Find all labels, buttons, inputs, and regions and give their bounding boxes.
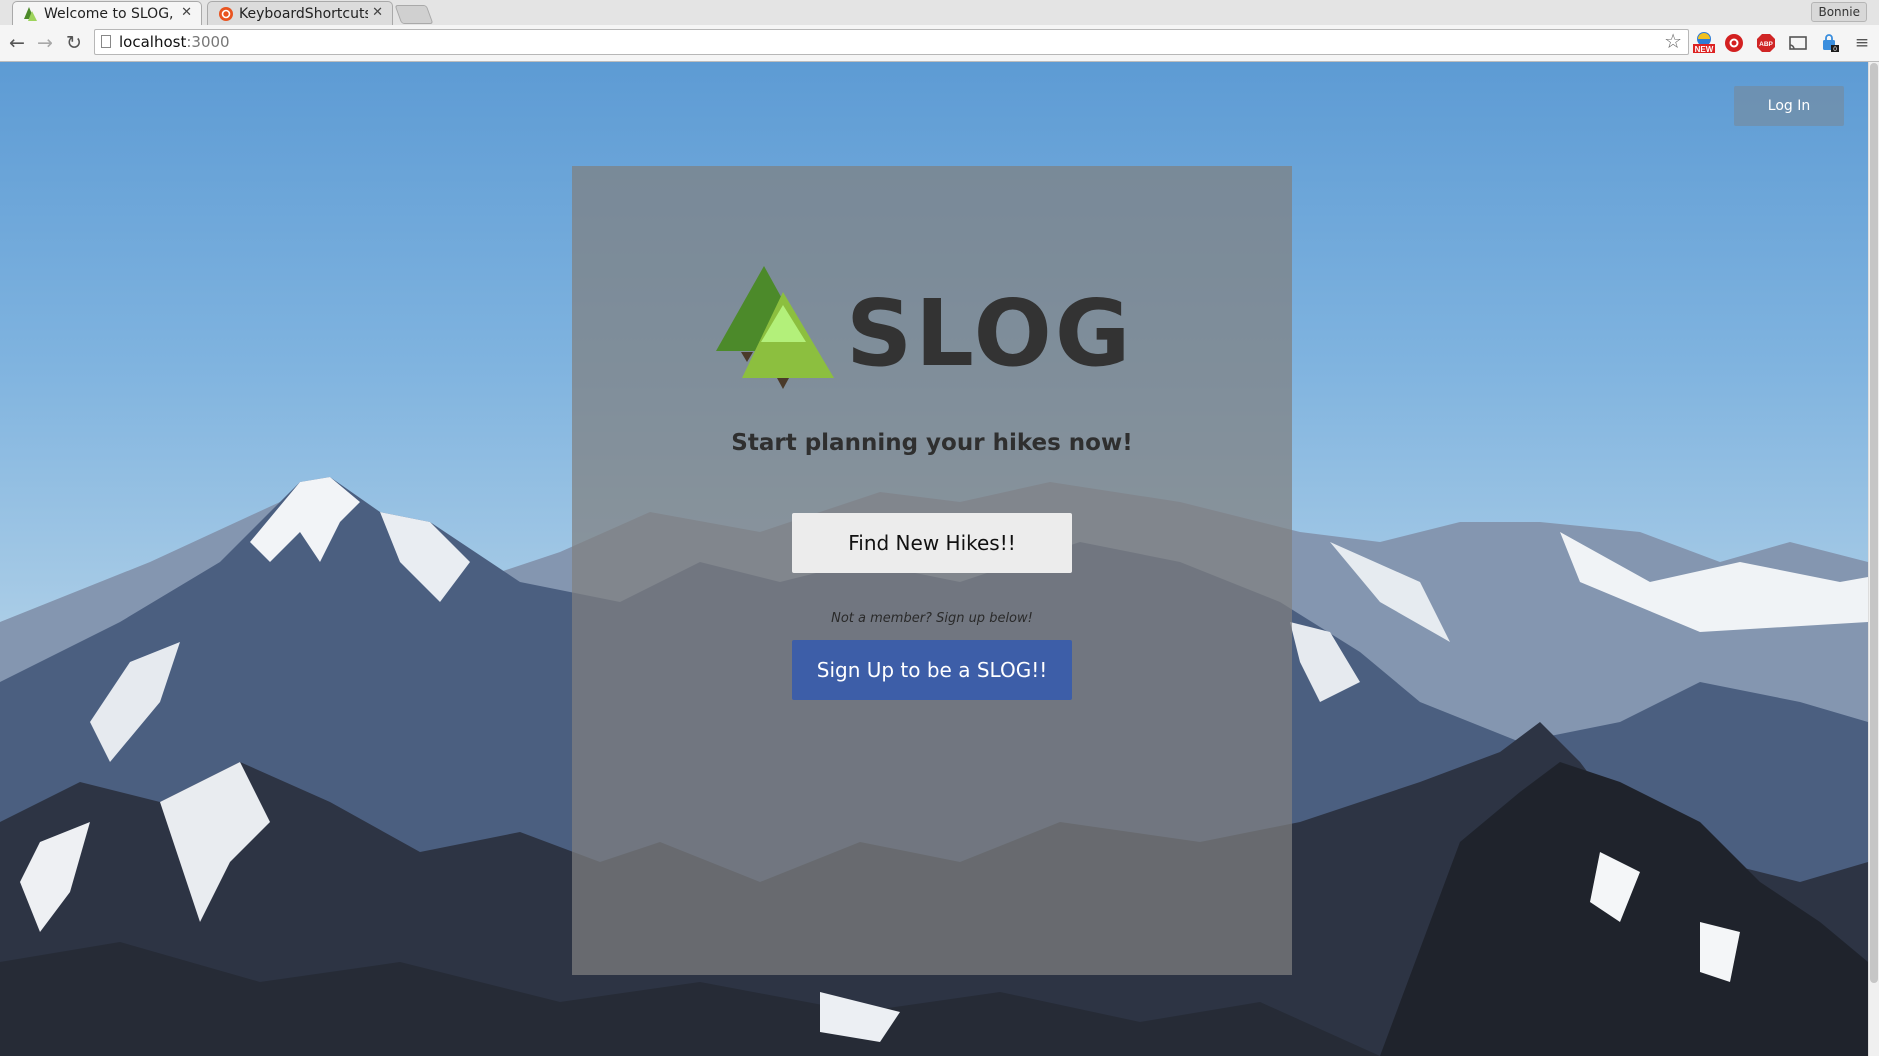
browser-toolbar: ← → ↻ localhost:3000 ☆ NEW ABP 0 ≡ — [0, 25, 1879, 62]
extension-badge-count: 0 — [1833, 46, 1837, 53]
login-button[interactable]: Log In — [1734, 86, 1844, 126]
tab-keyboard-shortcuts[interactable]: KeyboardShortcuts ✕ — [207, 1, 393, 25]
page-viewport: Log In SLOG Start planning your hikes no… — [0, 62, 1868, 1056]
page-icon — [101, 35, 111, 48]
url-host: localhost — [119, 33, 187, 51]
bookmark-star-icon[interactable]: ☆ — [1664, 29, 1682, 53]
scrollbar-thumb[interactable] — [1870, 63, 1878, 983]
url-port: :3000 — [186, 33, 230, 51]
new-badge-text: NEW — [1695, 45, 1714, 54]
tab-close-icon[interactable]: ✕ — [181, 2, 192, 24]
member-note: Not a member? Sign up below! — [831, 611, 1033, 626]
slog-logo: SLOG — [716, 266, 1146, 401]
forward-arrow-icon[interactable]: → — [34, 32, 56, 54]
tab-slog[interactable]: Welcome to SLOG, lo ✕ — [12, 1, 202, 25]
tab-title: KeyboardShortcuts — [239, 6, 368, 22]
ubuntu-favicon-icon — [219, 7, 233, 21]
new-tab-button[interactable] — [394, 5, 434, 24]
adblock-plus-icon[interactable]: ABP — [1756, 33, 1776, 53]
tab-title: Welcome to SLOG, lo — [44, 6, 177, 22]
back-arrow-icon[interactable]: ← — [6, 32, 28, 54]
landing-panel: SLOG Start planning your hikes now! Find… — [572, 166, 1292, 975]
address-bar[interactable]: localhost:3000 ☆ — [94, 29, 1689, 55]
vertical-scrollbar[interactable] — [1868, 62, 1879, 1056]
red-circle-extension-icon[interactable] — [1724, 33, 1744, 53]
reload-icon[interactable]: ↻ — [63, 32, 85, 54]
new-badge-extension-icon[interactable]: NEW — [1692, 30, 1716, 54]
cast-icon[interactable] — [1788, 33, 1808, 53]
brand-name: SLOG — [846, 280, 1134, 387]
tagline: Start planning your hikes now! — [731, 430, 1133, 456]
browser-tab-strip: Welcome to SLOG, lo ✕ KeyboardShortcuts … — [0, 0, 1879, 25]
signup-button[interactable]: Sign Up to be a SLOG!! — [792, 640, 1072, 700]
lastpass-icon[interactable]: 0 — [1820, 33, 1840, 53]
tab-close-icon[interactable]: ✕ — [372, 2, 383, 24]
slog-favicon-icon — [24, 7, 37, 21]
url-text: localhost:3000 — [119, 33, 230, 51]
svg-text:ABP: ABP — [1759, 41, 1773, 48]
find-new-hikes-button[interactable]: Find New Hikes!! — [792, 513, 1072, 573]
menu-icon[interactable]: ≡ — [1851, 32, 1873, 54]
profile-button[interactable]: Bonnie — [1811, 2, 1867, 22]
pine-tree-logo-icon — [716, 266, 834, 389]
